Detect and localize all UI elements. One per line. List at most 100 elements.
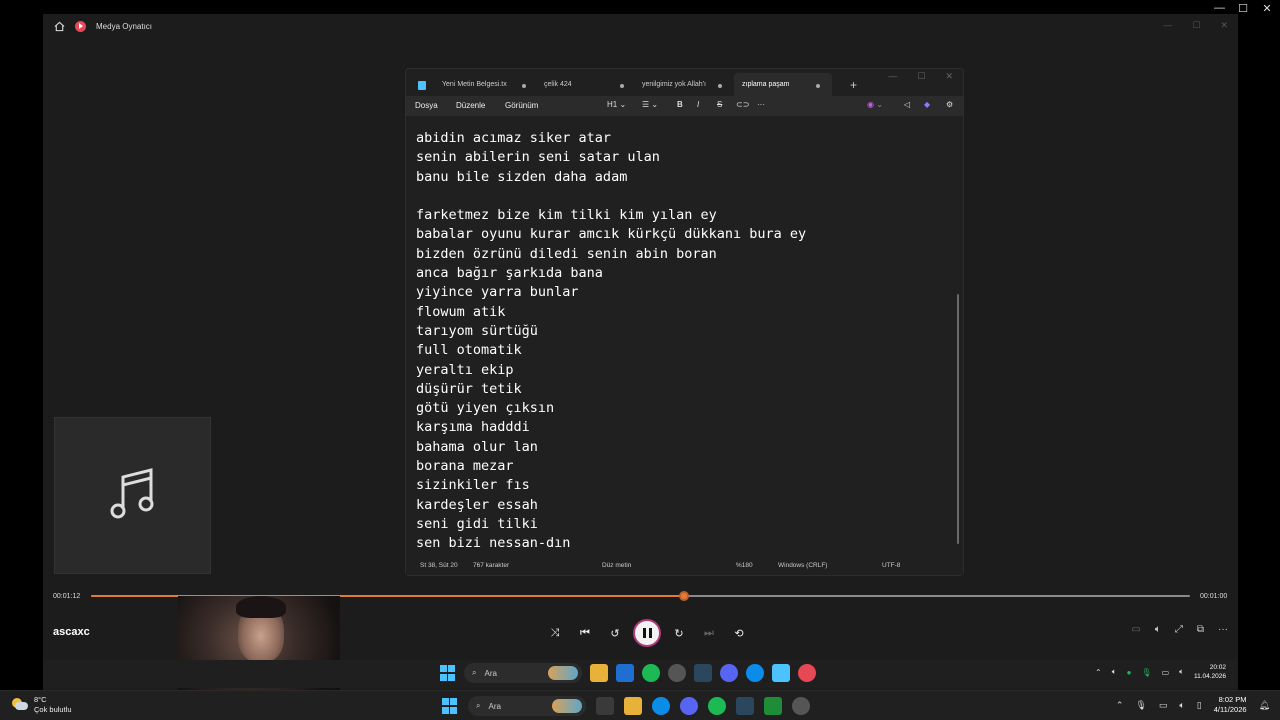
file-explorer-icon[interactable]	[590, 664, 608, 682]
add-tab-icon[interactable]: +	[832, 78, 857, 97]
spotify-icon[interactable]	[642, 664, 660, 682]
close-icon[interactable]: ✕	[1220, 20, 1228, 31]
notepad-text-area[interactable]: abidin acımaz siker atar senin abilerin s…	[416, 129, 946, 554]
inner-clock[interactable]: 20:02 11.04.2026	[1194, 663, 1226, 681]
volume-icon[interactable]: 🔈︎	[1155, 624, 1161, 635]
minimize-icon[interactable]: —	[1163, 20, 1172, 31]
speaker-icon[interactable]: 🔈︎	[1179, 667, 1184, 677]
menu-view[interactable]: Görünüm	[505, 101, 538, 110]
inner-system-tray: ⌃ 🔈︎ ● 🎙︎ ▭ 🔈︎ 20:02 11.04.2026	[1095, 663, 1226, 681]
menu-file[interactable]: Dosya	[415, 101, 438, 110]
weather-condition: Çok bulutlu	[34, 705, 72, 714]
chevron-up-icon[interactable]: ⌃	[1095, 668, 1102, 677]
more-options-icon[interactable]: ···	[1218, 624, 1228, 635]
weather-widget[interactable]: 8°C Çok bulutlu	[12, 695, 72, 715]
discord-icon[interactable]	[680, 697, 698, 715]
tab-1[interactable]: Yeni Metin Belgesi.tx	[414, 73, 538, 97]
inner-time: 20:02	[1209, 664, 1226, 671]
heading-label: H1	[607, 100, 618, 109]
rewind-icon[interactable]: ↺	[600, 620, 630, 646]
link-icon[interactable]: ⊂⊃	[736, 100, 749, 109]
maximize-icon[interactable]: ☐	[1238, 2, 1248, 15]
heading-dropdown[interactable]: H1 ⌄	[607, 100, 626, 109]
zoom-level[interactable]: %180	[736, 562, 753, 569]
chevron-up-icon[interactable]: ⌃	[1116, 700, 1124, 711]
chrome-icon[interactable]	[668, 664, 686, 682]
windows-start-icon[interactable]	[440, 697, 458, 715]
file-explorer-icon[interactable]	[624, 697, 642, 715]
text-line: bizden özrünü diledi senin abin boran	[416, 245, 717, 262]
text-line	[416, 187, 946, 206]
more-icon[interactable]: ···	[757, 100, 765, 109]
task-view-icon[interactable]	[596, 697, 614, 715]
char-count: 767 karakter	[473, 562, 510, 569]
steam-icon[interactable]	[736, 697, 754, 715]
discord-icon[interactable]	[720, 664, 738, 682]
network-icon[interactable]: ▭	[1162, 668, 1170, 677]
close-icon[interactable]: ✕	[1262, 2, 1272, 15]
steam-icon[interactable]	[694, 664, 712, 682]
date: 4/11/2026	[1213, 705, 1247, 714]
text-line: sizinkiler fıs	[416, 477, 530, 494]
search-label: Ara	[488, 701, 501, 711]
text-line: tarıyom sürtüğü	[416, 322, 538, 339]
list-icon[interactable]: ☰ ⌄	[642, 100, 658, 109]
bold-icon[interactable]: B	[677, 100, 683, 109]
temperature: 8°C	[34, 695, 47, 704]
settings-gear-icon[interactable]: ⚙	[946, 100, 953, 109]
minimize-icon[interactable]: —	[888, 71, 897, 82]
previous-icon[interactable]: ⏮	[570, 620, 600, 646]
tab-label: çelik 424	[544, 81, 572, 88]
forward-icon[interactable]: ↻	[664, 620, 694, 646]
account-icon[interactable]: ◆	[924, 100, 930, 109]
notification-bell-icon[interactable]: 🔔︎	[1259, 700, 1270, 711]
volume-icon[interactable]: 🔈︎	[1112, 667, 1117, 677]
text-line: farketmez bize kim tilki kim yılan ey	[416, 207, 717, 224]
windows-start-icon[interactable]	[438, 664, 456, 682]
search-box[interactable]: ⌕ Ara	[468, 696, 586, 716]
inner-search-box[interactable]: ⌕ Ara	[464, 663, 582, 683]
pause-button[interactable]	[633, 619, 661, 647]
text-line: anca bağır şarkıda bana	[416, 265, 603, 282]
menu-edit[interactable]: Düzenle	[456, 101, 485, 110]
terminal-icon[interactable]	[764, 697, 782, 715]
media-player-taskbar-icon[interactable]	[798, 664, 816, 682]
next-icon[interactable]: ⏭	[694, 620, 724, 646]
edge-icon[interactable]	[652, 697, 670, 715]
copilot-icon[interactable]: ◉ ⌄	[867, 100, 883, 109]
fullscreen-icon[interactable]: ⤢	[1175, 624, 1183, 635]
captions-icon[interactable]: ▭	[1131, 624, 1140, 635]
edge-icon[interactable]	[746, 664, 764, 682]
text-line: senin abilerin seni satar ulan	[416, 149, 660, 166]
volume-icon[interactable]: 🔈︎	[1179, 700, 1184, 711]
tab-4[interactable]: zıplama paşam	[734, 73, 832, 97]
clock[interactable]: 8:02 PM 4/11/2026	[1214, 695, 1247, 715]
tab-2[interactable]: çelik 424	[538, 73, 636, 97]
encoding[interactable]: UTF-8	[882, 562, 900, 569]
tab-3[interactable]: yenilgimiz yok Allah'ı	[636, 73, 734, 97]
network-icon[interactable]: ▭	[1159, 700, 1168, 711]
text-line: seni gidi tilki	[416, 515, 538, 532]
maximize-icon[interactable]: ☐	[1192, 20, 1200, 31]
home-icon[interactable]	[53, 20, 65, 32]
line-ending[interactable]: Windows (CRLF)	[778, 562, 827, 569]
mic-icon[interactable]: 🎙︎	[1141, 668, 1151, 677]
shuffle-icon[interactable]: ⤨	[540, 620, 570, 646]
text-format[interactable]: Düz metin	[602, 562, 631, 569]
spotify-icon[interactable]	[708, 697, 726, 715]
battery-icon[interactable]: ▯	[1197, 700, 1202, 711]
announce-icon[interactable]: ◁	[904, 100, 910, 109]
search-icon: ⌕	[476, 701, 481, 710]
scrollbar[interactable]	[957, 294, 959, 544]
repeat-icon[interactable]: ⟲	[724, 620, 754, 646]
miniplayer-icon[interactable]: ⧉	[1197, 624, 1204, 635]
maximize-icon[interactable]: ☐	[917, 71, 925, 82]
italic-icon[interactable]: I	[697, 100, 699, 109]
store-icon[interactable]	[616, 664, 634, 682]
notepad-taskbar-icon[interactable]	[772, 664, 790, 682]
search-highlight-icon	[548, 666, 578, 680]
strikethrough-icon[interactable]: S	[717, 100, 722, 109]
chrome-icon[interactable]	[792, 697, 810, 715]
mic-icon[interactable]: 🎙︎	[1135, 700, 1146, 711]
close-icon[interactable]: ✕	[945, 71, 953, 82]
